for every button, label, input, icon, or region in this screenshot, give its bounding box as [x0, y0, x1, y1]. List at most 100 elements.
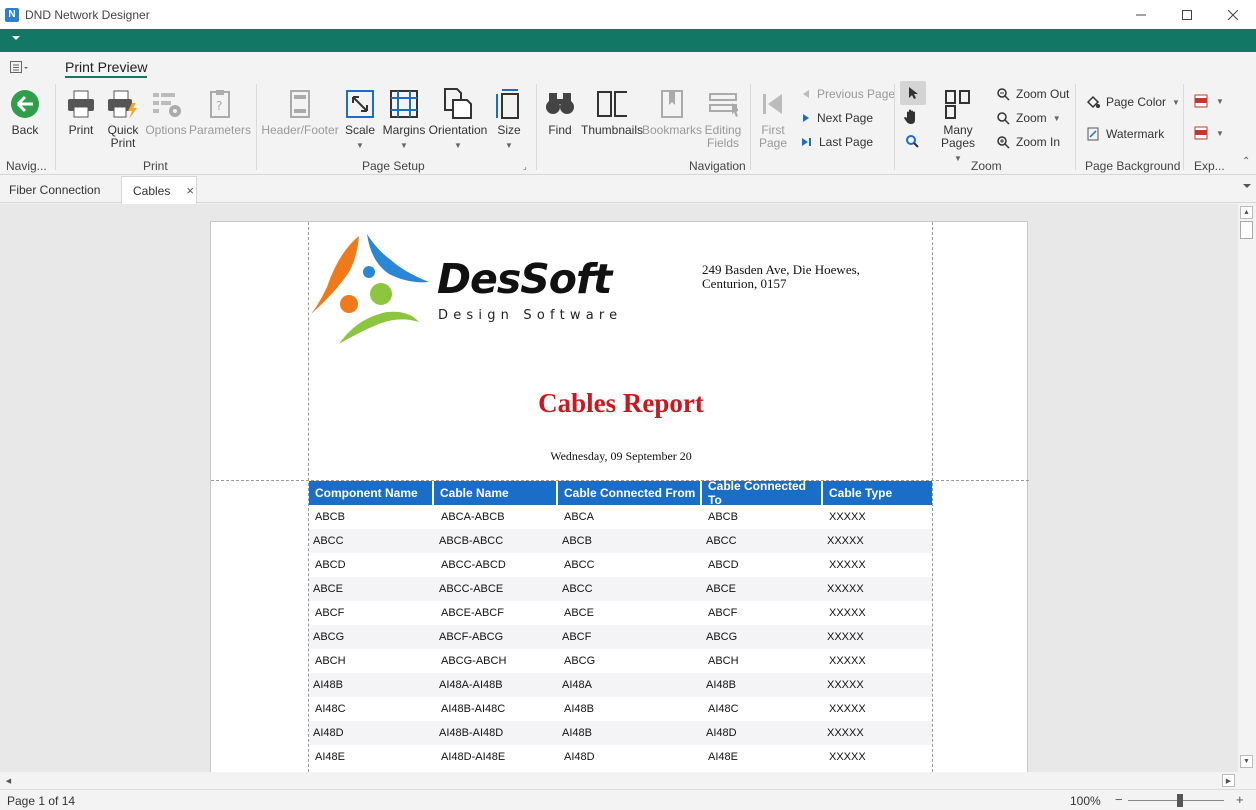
header-footer-button[interactable]: Header/Footer [261, 88, 339, 137]
horizontal-scrollbar[interactable]: ◀ ▶ [0, 772, 1238, 789]
table-cell: ABCD [315, 559, 346, 571]
table-cell: AI48E [315, 751, 345, 763]
window-title: DND Network Designer [25, 7, 150, 22]
table-row: AI48D AI48B-AI48D AI48B AI48D XXXXX [309, 721, 932, 745]
size-label: Size [497, 123, 521, 137]
zoom-out-label: Zoom Out [1016, 87, 1070, 101]
collapse-ribbon-icon[interactable]: ⌃ [1242, 156, 1250, 167]
group-separator [750, 84, 751, 170]
send-export-button[interactable]: ▼ [1194, 126, 1224, 140]
zoom-in-button[interactable]: Zoom In [997, 135, 1060, 149]
export-pdf-button[interactable]: ▼ [1194, 94, 1224, 108]
table-header-row: Component Name Cable Name Cable Connecte… [309, 479, 932, 507]
table-cell: AI48A-AI48B [439, 679, 503, 691]
scroll-left-icon[interactable]: ◀ [2, 774, 15, 787]
quick-print-button[interactable]: Quick Print [104, 88, 142, 150]
last-page-button[interactable]: Last Page [801, 135, 873, 149]
vertical-scrollbar[interactable]: ▲ ▼ [1238, 204, 1256, 772]
parameters-button[interactable]: ? Parameters [189, 88, 251, 137]
zoom-tool-button[interactable] [906, 135, 920, 152]
group-separator [1075, 84, 1076, 170]
editing-fields-button[interactable]: Editing Fields [702, 88, 744, 150]
pointer-tool-button[interactable] [900, 81, 926, 105]
table-cell: ABCC [562, 583, 593, 595]
paint-bucket-icon [1086, 95, 1100, 109]
group-separator [536, 84, 537, 170]
dialog-launcher-icon[interactable]: ⌟ [523, 162, 527, 171]
table-cell: AI48B [562, 727, 592, 739]
maximize-button[interactable] [1164, 0, 1210, 29]
next-page-label: Next Page [817, 111, 874, 125]
tab-fiber-connection[interactable]: Fiber Connection [9, 176, 100, 203]
vertical-scroll-thumb[interactable] [1240, 221, 1253, 239]
hand-tool-button[interactable] [903, 108, 921, 129]
zoom-in-icon [997, 135, 1010, 149]
size-button[interactable]: Size ▼ [493, 88, 525, 152]
quick-access-dropdown-icon[interactable] [12, 36, 20, 40]
table-cell: ABCE [313, 583, 343, 595]
table-cell: ABCD [708, 559, 739, 571]
thumbnails-button[interactable]: Thumbnails [581, 88, 643, 137]
tab-cables[interactable]: Cables × [121, 176, 197, 204]
table-cell: XXXXX [829, 703, 866, 715]
zoom-dropdown-button[interactable]: Zoom ▼ [997, 111, 1061, 125]
scroll-right-icon[interactable]: ▶ [1222, 774, 1235, 787]
tab-label: Fiber Connection [9, 182, 101, 197]
chevron-down-icon: ▼ [400, 141, 408, 150]
many-pages-button[interactable]: Many Pages ▼ [927, 88, 989, 165]
table-cell: ABCF [315, 607, 345, 619]
close-tab-icon[interactable]: × [186, 183, 194, 198]
table-cell: AI48B [313, 679, 343, 691]
page-size-icon [494, 88, 524, 120]
table-cell: AI48E [708, 751, 738, 763]
scale-button[interactable]: Scale ▼ [343, 88, 377, 152]
column-header: Cable Name [434, 481, 558, 505]
table-cell: ABCB [315, 511, 345, 523]
zoom-minus-button[interactable]: − [1115, 792, 1123, 807]
scroll-up-icon[interactable]: ▲ [1240, 206, 1253, 219]
bookmarks-button[interactable]: Bookmarks [642, 88, 702, 137]
first-page-icon [758, 88, 788, 120]
table-cell: ABCC-ABCE [439, 583, 504, 595]
zoom-label: Zoom [1016, 111, 1047, 125]
print-button[interactable]: Print [64, 88, 98, 137]
table-cell: XXXXX [827, 631, 864, 643]
options-button[interactable]: Options [145, 88, 187, 137]
back-button[interactable]: Back [6, 88, 44, 137]
column-header: Cable Type [823, 481, 932, 505]
zoom-slider-track[interactable] [1128, 800, 1224, 801]
page-color-button[interactable]: Page Color ▼ [1086, 95, 1180, 109]
first-page-button[interactable]: First Page [756, 88, 790, 150]
zoom-in-label: Zoom In [1016, 135, 1061, 149]
chevron-down-icon: ▼ [356, 141, 364, 150]
print-preview-area[interactable]: DesSoft Design Software 249 Basden Ave, … [0, 204, 1238, 772]
last-page-label: Last Page [819, 135, 874, 149]
application-menu-button[interactable] [10, 60, 32, 76]
table-cell: ABCE-ABCF [441, 607, 504, 619]
zoom-icon [997, 111, 1010, 125]
table-cell: ABCE [564, 607, 594, 619]
find-button[interactable]: Find [544, 88, 576, 137]
table-cell: AI48A [562, 679, 592, 691]
maximize-icon [1182, 9, 1192, 20]
table-cell: XXXXX [829, 511, 866, 523]
zoom-slider-thumb[interactable] [1177, 794, 1183, 807]
binoculars-icon [545, 88, 575, 120]
scroll-down-icon[interactable]: ▼ [1240, 755, 1253, 768]
print-label: Print [68, 123, 94, 137]
many-pages-label: Many Pages [940, 123, 976, 150]
margins-button[interactable]: Margins ▼ [383, 88, 425, 152]
minimize-button[interactable] [1118, 0, 1164, 29]
zoom-plus-button[interactable]: + [1236, 792, 1244, 807]
zoom-out-button[interactable]: Zoom Out [997, 87, 1069, 101]
previous-page-button[interactable]: Previous Page [801, 87, 895, 101]
tab-list-dropdown-icon[interactable] [1243, 184, 1251, 188]
orientation-button[interactable]: Orientation ▼ [429, 88, 487, 152]
tab-print-preview[interactable]: Print Preview [65, 59, 148, 78]
triangle-left-icon [803, 90, 809, 98]
close-window-button[interactable] [1210, 0, 1256, 29]
watermark-button[interactable]: Watermark [1086, 127, 1164, 141]
next-page-button[interactable]: Next Page [801, 111, 873, 125]
table-row: ABCE ABCC-ABCE ABCC ABCE XXXXX [309, 577, 932, 601]
group-label-page-setup: Page Setup [362, 159, 425, 173]
